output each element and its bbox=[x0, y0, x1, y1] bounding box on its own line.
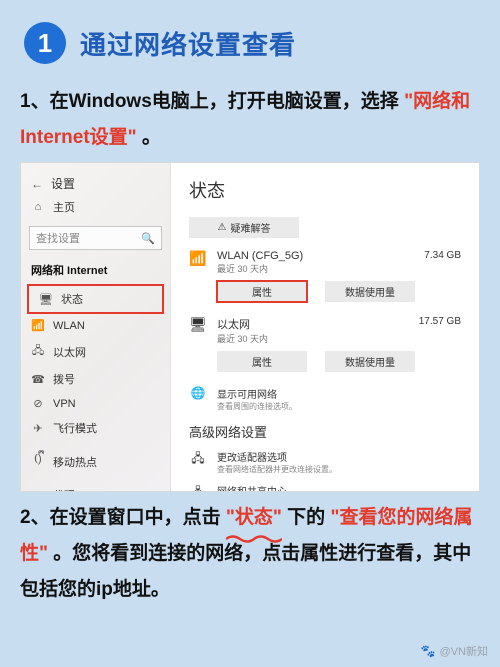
sidebar-item-label: 状态 bbox=[61, 291, 83, 307]
sidebar-item-label: 以太网 bbox=[53, 344, 86, 360]
sidebar-item-label: WLAN bbox=[53, 320, 85, 332]
sidebar-item-label: 飞行模式 bbox=[53, 420, 97, 436]
step-2-text: 2、在设置窗口中，点击 "状态" 下的 "查看您的网络属性" 。您将看到连接的网… bbox=[20, 500, 480, 608]
globe-icon: 🌐 bbox=[189, 386, 207, 412]
sidebar-item-label: 代理 bbox=[53, 487, 75, 492]
sidebar-item-label: 移动热点 bbox=[53, 454, 97, 470]
sharing-icon: 🖧 bbox=[189, 483, 207, 492]
warning-icon: ⚠ bbox=[218, 222, 227, 233]
watermark: 🐾 @VN新知 bbox=[421, 643, 488, 659]
sidebar-item-WLAN[interactable]: 📶 WLAN bbox=[21, 314, 170, 337]
wlan-properties-button[interactable]: 属性 bbox=[217, 281, 307, 302]
sidebar-item-以太网[interactable]: 🖧 以太网 bbox=[21, 337, 170, 366]
settings-sidebar: ← 设置 ⌂ 主页 查找设置 🔍 网络和 Internet 🖥 状态 📶 WLAN 🖧 以… bbox=[21, 163, 171, 491]
sidebar-icon: 🖥 bbox=[39, 293, 53, 306]
troubleshoot-button[interactable]: ⚠ 疑难解答 bbox=[189, 217, 299, 238]
sharing-center-link[interactable]: 网络和共享中心 bbox=[217, 483, 369, 492]
sidebar-item-label: VPN bbox=[53, 398, 76, 410]
home-label[interactable]: 主页 bbox=[53, 199, 75, 215]
sidebar-icon: 🖧 bbox=[31, 342, 45, 361]
search-icon: 🔍 bbox=[141, 232, 155, 245]
home-icon[interactable]: ⌂ bbox=[31, 201, 45, 213]
sidebar-item-状态[interactable]: 🖥 状态 bbox=[27, 284, 164, 314]
sidebar-icon: ☎ bbox=[31, 373, 45, 386]
sidebar-item-飞行模式[interactable]: ✈ 飞行模式 bbox=[21, 415, 170, 441]
sidebar-item-代理[interactable]: ⊕ 代理 bbox=[21, 482, 170, 492]
sidebar-icon: ⊕ bbox=[31, 489, 45, 493]
status-heading: 状态 bbox=[189, 177, 461, 203]
advanced-heading: 高级网络设置 bbox=[189, 422, 461, 441]
wlan-usage-button[interactable]: 数据使用量 bbox=[325, 281, 415, 302]
article-title: 通过网络设置查看 bbox=[80, 25, 296, 62]
sidebar-icon: ✈ bbox=[31, 422, 45, 435]
step-1-text: 1、在Windows电脑上，打开电脑设置，选择 "网络和Internet设置" … bbox=[20, 84, 480, 156]
sidebar-icon: (ྀི) bbox=[31, 446, 45, 477]
sidebar-item-label: 拨号 bbox=[53, 371, 75, 387]
show-networks-link[interactable]: 显示可用网络 bbox=[217, 386, 297, 401]
eth-usage-button[interactable]: 数据使用量 bbox=[325, 351, 415, 372]
sidebar-item-VPN[interactable]: ⊘ VPN bbox=[21, 392, 170, 415]
red-squiggle-icon bbox=[226, 534, 282, 544]
sidebar-item-拨号[interactable]: ☎ 拨号 bbox=[21, 366, 170, 392]
wlan-row: 📶 WLAN (CFG_5G) 最近 30 天内 7.34 GB bbox=[189, 250, 461, 275]
settings-main-panel: 状态 ⚠ 疑难解答 📶 WLAN (CFG_5G) 最近 30 天内 7.34 … bbox=[171, 163, 479, 491]
ethernet-icon: 🖥 bbox=[189, 316, 207, 333]
back-icon[interactable]: ← bbox=[31, 177, 43, 191]
adapter-icon: 🖧 bbox=[189, 449, 207, 475]
sidebar-item-移动热点[interactable]: (ྀི) 移动热点 bbox=[21, 441, 170, 482]
step-number-badge: 1 bbox=[24, 22, 66, 64]
adapter-options-link[interactable]: 更改适配器选项 bbox=[217, 449, 337, 464]
settings-label: 设置 bbox=[51, 175, 75, 192]
sidebar-icon: 📶 bbox=[31, 319, 45, 332]
wifi-icon: 📶 bbox=[189, 250, 207, 267]
ethernet-row: 🖥 以太网 最近 30 天内 17.57 GB bbox=[189, 316, 461, 345]
windows-settings-screenshot: ← 设置 ⌂ 主页 查找设置 🔍 网络和 Internet 🖥 状态 📶 WLAN 🖧 以… bbox=[20, 162, 480, 492]
sidebar-category: 网络和 Internet bbox=[21, 256, 170, 284]
sidebar-icon: ⊘ bbox=[31, 397, 45, 410]
search-input[interactable]: 查找设置 🔍 bbox=[29, 226, 162, 250]
eth-properties-button[interactable]: 属性 bbox=[217, 351, 307, 372]
paw-icon: 🐾 bbox=[421, 644, 436, 658]
